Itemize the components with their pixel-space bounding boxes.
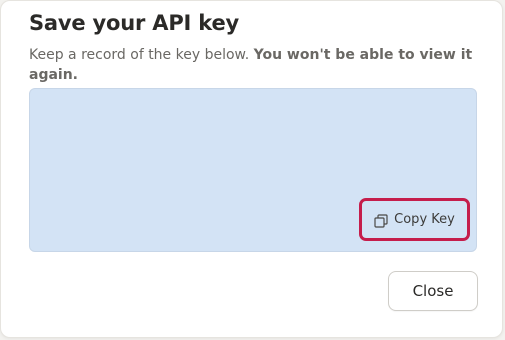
dialog-title: Save your API key: [29, 11, 239, 35]
save-api-key-dialog: Save your API key Keep a record of the k…: [0, 0, 503, 338]
dialog-description: Keep a record of the key below. You won'…: [29, 45, 499, 85]
copy-key-button[interactable]: Copy Key: [359, 198, 470, 241]
copy-icon: [374, 213, 388, 228]
copy-key-label: Copy Key: [394, 212, 455, 227]
close-button[interactable]: Close: [388, 271, 478, 311]
description-plain: Keep a record of the key below.: [29, 47, 250, 63]
